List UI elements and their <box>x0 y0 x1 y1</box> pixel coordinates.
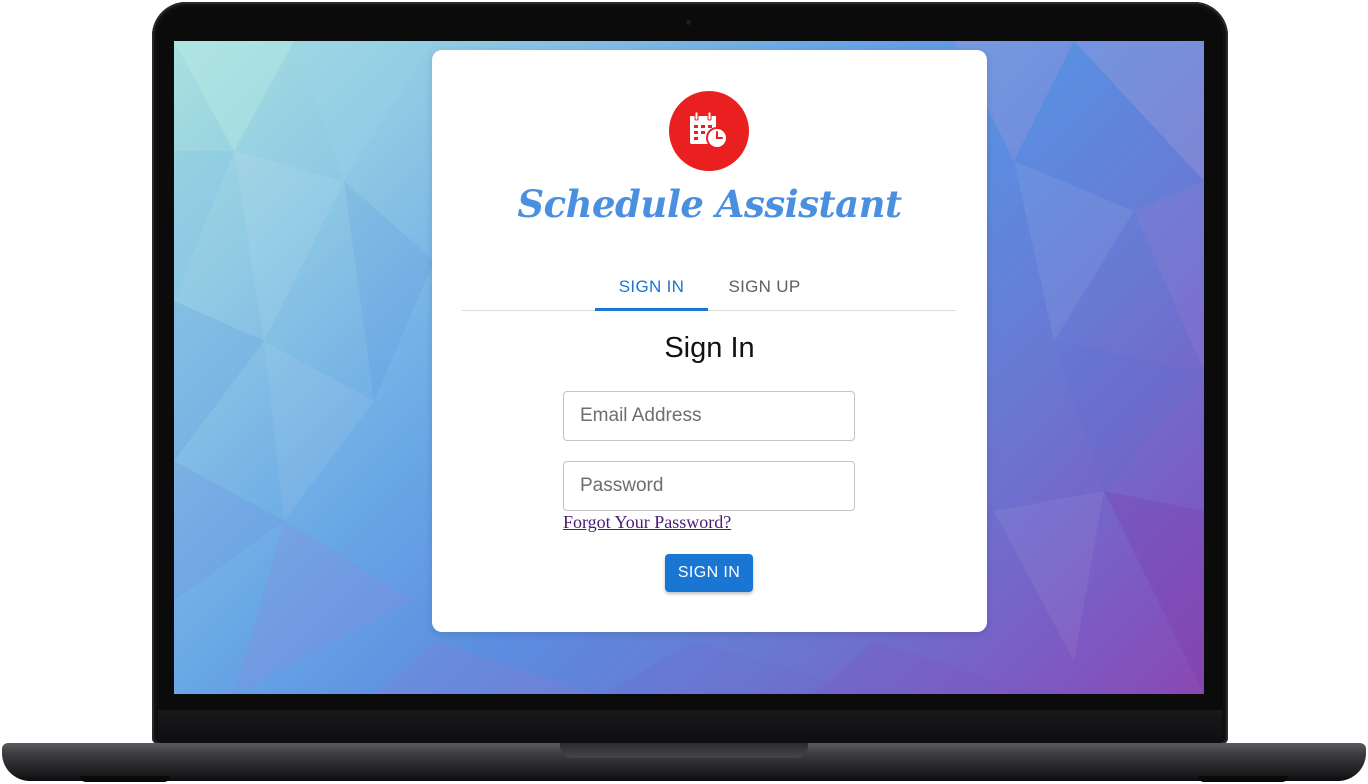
auth-tabs: SIGN IN SIGN UP <box>462 262 956 311</box>
password-field[interactable] <box>563 461 855 511</box>
tab-sign-in[interactable]: SIGN IN <box>595 262 708 311</box>
webcam <box>686 20 691 25</box>
laptop-bezel-chin <box>158 710 1222 744</box>
tab-sign-up[interactable]: SIGN UP <box>708 262 821 311</box>
sign-in-card: Schedule Assistant SIGN IN SIGN UP Sign … <box>432 50 987 632</box>
app-logo <box>669 91 749 171</box>
forgot-password-link[interactable]: Forgot Your Password? <box>563 512 731 533</box>
laptop-foot <box>1198 776 1288 782</box>
calendar-clock-icon <box>690 111 728 149</box>
sign-in-button[interactable]: SIGN IN <box>665 554 753 592</box>
laptop-mockup: Schedule Assistant SIGN IN SIGN UP Sign … <box>0 0 1368 784</box>
email-field[interactable] <box>563 391 855 441</box>
form-heading: Sign In <box>664 332 755 364</box>
laptop-opening-notch <box>560 743 808 758</box>
app-title: Schedule Assistant <box>517 182 902 226</box>
app-screen: Schedule Assistant SIGN IN SIGN UP Sign … <box>174 41 1204 694</box>
laptop-foot <box>80 776 170 782</box>
